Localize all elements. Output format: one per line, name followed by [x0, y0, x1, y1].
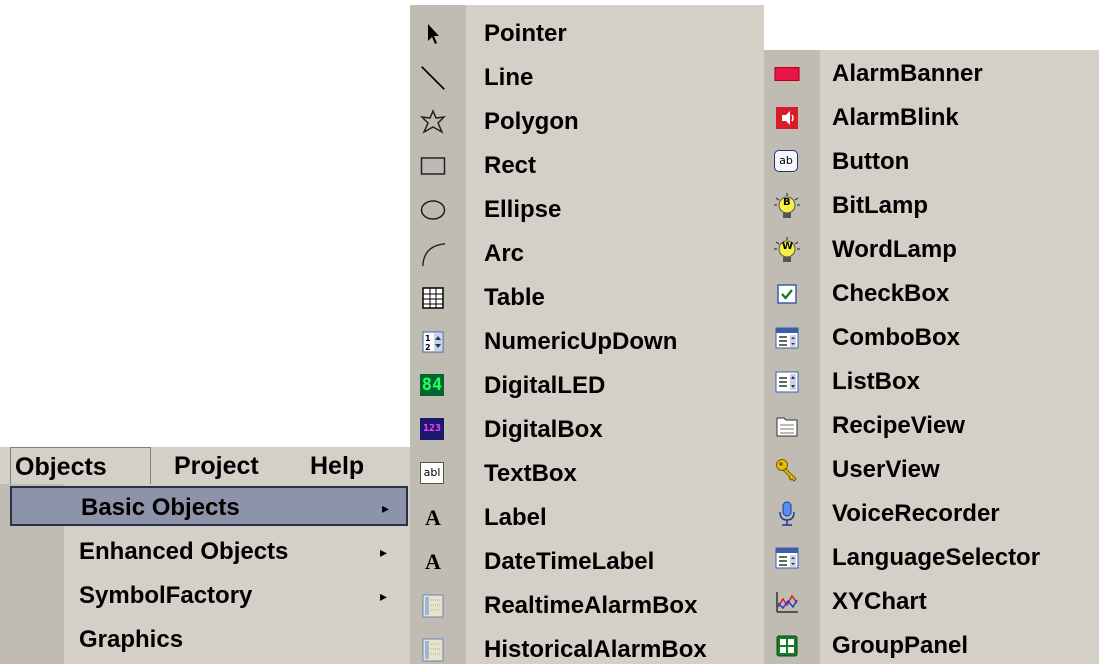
menu-item-label: ListBox: [832, 368, 921, 395]
xychart-icon: [774, 590, 800, 614]
menu-item-label: SymbolFactory: [79, 582, 253, 609]
menu-item-label: AlarmBlink: [832, 104, 959, 131]
menu-item-label: GroupPanel: [832, 632, 969, 659]
wordlamp-icon: W: [774, 237, 800, 262]
checkbox-icon: [774, 282, 800, 306]
alarm-banner-icon: [774, 62, 800, 86]
polygon-icon: [420, 109, 446, 134]
menu-item-label: XYChart: [832, 588, 927, 615]
menu-item-label: TextBox: [484, 460, 577, 487]
button-icon-text: ab: [779, 154, 793, 167]
numeric-updown-icon: 12: [420, 330, 446, 354]
menu-item-label: LanguageSelector: [832, 544, 1041, 571]
menu-item-label: Enhanced Objects: [79, 538, 289, 565]
menu-item-label: Basic Objects: [81, 494, 240, 521]
menu-item-label: DigitalBox: [484, 416, 603, 443]
menu-item-label: RecipeView: [832, 412, 965, 439]
digital-box-icon: 123: [420, 418, 444, 440]
table-icon: [420, 286, 446, 310]
digital-box-icon-text: 123: [422, 423, 442, 434]
submenu-arrow-icon: ▸: [380, 544, 388, 560]
datetime-label-icon: A: [420, 550, 446, 574]
line-icon: [420, 66, 446, 90]
menu-item-label: DigitalLED: [484, 372, 606, 399]
svg-text:2: 2: [425, 343, 431, 352]
menu-item-enhanced-objects[interactable]: Enhanced Objects ▸: [10, 532, 408, 572]
basic-objects-submenu: Pointer Line Polygon Rect Ellipse Arc Ta…: [410, 5, 764, 664]
menu-item-label: Table: [484, 284, 545, 311]
recipeview-icon: [774, 414, 800, 438]
menubar: Objects Project Help: [0, 446, 412, 485]
label-icon-text: A: [425, 505, 441, 530]
menu-item-label: Pointer: [484, 20, 567, 47]
submenu-arrow-icon: ▸: [382, 500, 390, 516]
datetime-label-icon-text: A: [425, 549, 441, 574]
menu-item-label: WordLamp: [832, 236, 957, 263]
rect-icon: [420, 154, 446, 178]
alarm-blink-icon: [774, 106, 800, 130]
bitlamp-icon: B: [774, 193, 800, 218]
textbox-icon: abl: [420, 462, 444, 484]
language-selector-icon: [774, 546, 800, 570]
menu-item-label: Line: [484, 64, 534, 91]
menu-help[interactable]: Help: [306, 447, 368, 485]
menu-item-label: CheckBox: [832, 280, 950, 307]
historical-alarmbox-icon: [420, 638, 446, 662]
realtime-alarmbox-icon: [420, 594, 446, 618]
menu-objects[interactable]: Objects: [10, 447, 151, 485]
menu-item-label: Polygon: [484, 108, 579, 135]
voice-recorder-icon: [774, 501, 800, 526]
label-icon: A: [420, 506, 446, 530]
bitlamp-icon-text: B: [783, 197, 791, 208]
arc-icon: [420, 242, 446, 267]
textbox-icon-text: abl: [423, 466, 441, 479]
combobox-icon: [774, 326, 800, 350]
menu-item-label: AlarmBanner: [832, 60, 983, 87]
grouppanel-icon: [774, 634, 800, 658]
digital-led-icon: 84: [420, 374, 444, 396]
menu-item-label: Graphics: [79, 626, 184, 653]
menu-item-label: ComboBox: [832, 324, 960, 351]
menu-item-label: Label: [484, 504, 547, 531]
menu-item-label: Button: [832, 148, 910, 175]
menu-item-label: UserView: [832, 456, 940, 483]
ellipse-icon: [420, 198, 446, 222]
userview-icon: [774, 458, 800, 482]
digital-led-icon-text: 84: [421, 375, 443, 395]
listbox-icon: [774, 370, 800, 394]
menu-item-label: RealtimeAlarmBox: [484, 592, 698, 619]
svg-text:1: 1: [425, 334, 431, 343]
menu-item-label: Arc: [484, 240, 525, 267]
menu-item-label: NumericUpDown: [484, 328, 678, 355]
enhanced-objects-submenu: AlarmBanner AlarmBlink ab Button B BitLa…: [764, 50, 1099, 664]
button-icon: ab: [774, 150, 798, 172]
menu-item-graphics[interactable]: Graphics: [10, 620, 408, 660]
menu-item-label: BitLamp: [832, 192, 928, 219]
menu-item-label: Ellipse: [484, 196, 562, 223]
menu-project[interactable]: Project: [170, 447, 263, 485]
menu-item-label: DateTimeLabel: [484, 548, 655, 575]
pointer-icon: [420, 22, 446, 46]
submenu-arrow-icon: ▸: [380, 588, 388, 604]
enhanced-objects-gutter: [764, 50, 820, 664]
menu-item-label: HistoricalAlarmBox: [484, 636, 707, 663]
menu-item-basic-objects[interactable]: Basic Objects ▸: [10, 486, 408, 526]
wordlamp-icon-text: W: [782, 241, 794, 252]
menu-item-label: Rect: [484, 152, 537, 179]
menu-item-symbolfactory[interactable]: SymbolFactory ▸: [10, 576, 408, 616]
objects-menu: Basic Objects ▸ Enhanced Objects ▸ Symbo…: [0, 484, 412, 664]
menu-item-label: VoiceRecorder: [832, 500, 1000, 527]
